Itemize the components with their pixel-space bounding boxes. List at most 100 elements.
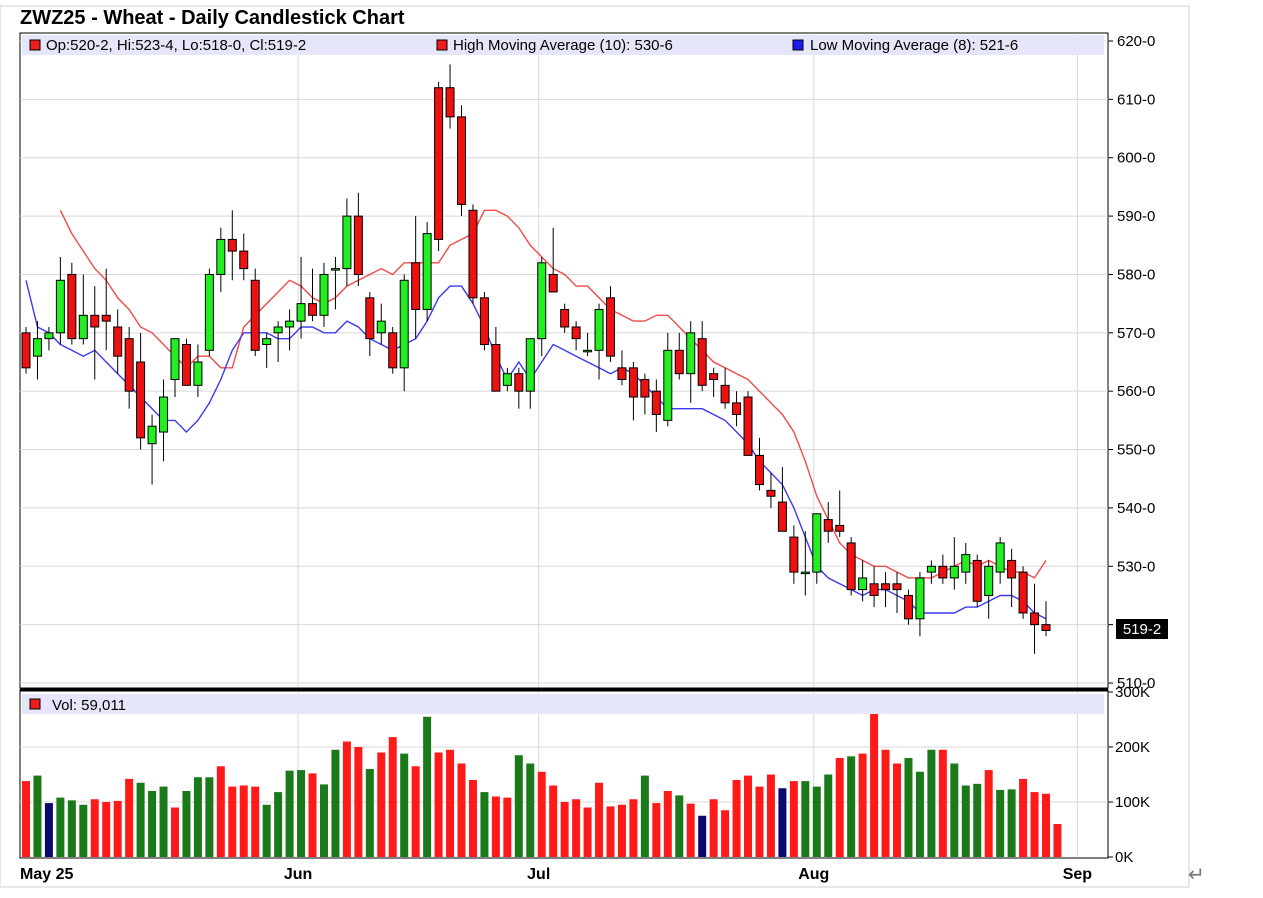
volume-bar (572, 799, 581, 857)
candle-down (972, 559, 982, 602)
candle-down (823, 519, 833, 532)
price-tick-label: 590-0 (1117, 208, 1155, 225)
candle-down (881, 583, 891, 591)
volume-bar (801, 781, 810, 857)
volume-bar (1030, 792, 1039, 857)
candle-down (732, 402, 742, 416)
volume-bar (205, 777, 214, 857)
volume-bar (434, 752, 443, 857)
volume-bar (193, 777, 202, 857)
volume-bar (148, 791, 157, 857)
volume-bar (526, 763, 535, 857)
volume-bar (67, 800, 76, 857)
candle-down (514, 373, 524, 392)
volume-bar (927, 749, 936, 857)
candle-up (961, 554, 971, 573)
candlestick-chart: Op:520-2, Hi:523-4, Lo:518-0, Cl:519-2 H… (0, 5, 1190, 888)
candle-up (583, 349, 593, 353)
volume-bar (858, 753, 867, 857)
candle-down (903, 594, 913, 620)
candle-up (319, 273, 329, 316)
candle-down (136, 361, 146, 439)
candle-up (812, 513, 822, 573)
volume-bar (216, 766, 225, 857)
volume-bar (709, 799, 718, 857)
candle-down (651, 390, 661, 416)
volume-bar (44, 803, 53, 857)
candle-up (147, 425, 157, 445)
volume-bar (90, 799, 99, 857)
volume-bar (549, 785, 558, 857)
volume-tick-label: 0K (1115, 849, 1133, 866)
candle-up (32, 338, 42, 357)
candle-up (204, 273, 214, 351)
date-tick-label: Jun (284, 866, 312, 883)
candle-down (365, 297, 375, 340)
candle-up (216, 238, 226, 275)
candle-up (984, 565, 994, 596)
volume-bar (480, 792, 489, 857)
candle-up (78, 314, 88, 340)
candle-up (594, 308, 604, 351)
price-tick-label: 600-0 (1117, 150, 1155, 167)
volume-bar (961, 785, 970, 857)
volume-bar (285, 770, 294, 857)
volume-bar (446, 749, 455, 857)
candle-up (502, 373, 512, 386)
candle-down (250, 279, 260, 351)
volume-bar (583, 807, 592, 857)
candle-up (376, 320, 386, 334)
volume-bar (950, 763, 959, 857)
volume-bar (136, 782, 145, 857)
volume-bar (606, 806, 615, 857)
candle-down (697, 338, 707, 386)
candle-down (846, 542, 856, 591)
candle-down (1007, 559, 1017, 579)
legend-swatch-volume (29, 698, 41, 710)
price-tick-label: 620-0 (1117, 33, 1155, 50)
candle-down (457, 116, 467, 205)
volume-bar (560, 802, 569, 857)
volume-bar (1019, 778, 1028, 857)
candle-down (674, 349, 684, 375)
price-tick-label: 610-0 (1117, 91, 1155, 108)
volume-tick-label: 200K (1115, 739, 1150, 756)
volume-bar (698, 815, 707, 857)
candle-down (617, 367, 627, 381)
candle-down (445, 87, 455, 118)
volume-bar (79, 804, 88, 857)
volume-bar (388, 737, 397, 857)
volume-bar (1007, 789, 1016, 857)
volume-bar (996, 789, 1005, 857)
candle-down (869, 583, 879, 596)
candle-up (995, 542, 1005, 573)
return-arrow-icon: ↵ (1188, 862, 1205, 886)
volume-bar (617, 804, 626, 857)
chart-title: ZWZ25 - Wheat - Daily Candlestick Chart (20, 7, 405, 29)
candle-up (44, 332, 54, 340)
candle-down (239, 250, 249, 270)
price-tick-label: 560-0 (1117, 383, 1155, 400)
volume-bar (537, 771, 546, 857)
volume-bar (262, 804, 271, 857)
volume-bar (514, 755, 523, 857)
candle-up (330, 268, 340, 271)
price-tick-label: 530-0 (1117, 558, 1155, 575)
candle-down (892, 583, 902, 591)
volume-bar (377, 752, 386, 857)
candle-down (835, 524, 845, 532)
volume-bar (663, 791, 672, 857)
volume-bar (755, 786, 764, 857)
candle-down (754, 454, 764, 486)
volume-legend-band (22, 694, 1104, 714)
volume-bar (297, 770, 306, 857)
candle-down (766, 489, 776, 497)
legend-swatch-low-ma (792, 39, 804, 51)
candle-up (193, 361, 203, 386)
volume-bar (881, 749, 890, 857)
candle-up (858, 577, 868, 591)
candle-up (663, 349, 673, 421)
volume-bar (893, 763, 902, 857)
volume-bar (33, 775, 42, 857)
volume-bar (778, 788, 787, 857)
